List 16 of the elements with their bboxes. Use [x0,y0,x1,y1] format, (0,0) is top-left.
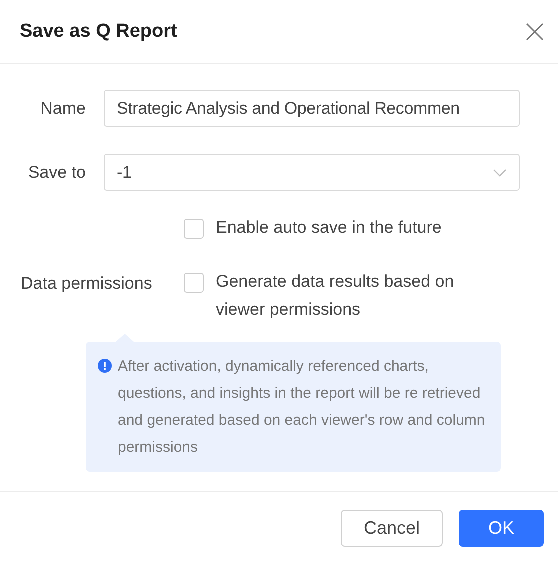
field-label: Name [40,98,87,118]
close-icon[interactable] [526,22,544,40]
ok-button[interactable]: OK [459,510,544,546]
caret-icon [493,168,507,176]
checkbox-label: Generate data results based on viewer permissions [216,271,456,321]
field-label: Save to [27,162,87,182]
checkbox[interactable] [184,219,204,239]
folder-dropdown[interactable]: -1 [104,154,520,191]
dialog-title: Save as Q Report [20,20,178,42]
name-field[interactable]: Strategic Analysis and Operational Recommen [104,90,520,127]
checkbox-label: Enable auto save in the future [216,217,443,239]
info-icon [98,359,112,373]
checkbox[interactable] [184,273,204,293]
cancel-button[interactable]: Cancel [340,510,443,546]
field-label: Data permissions [21,274,152,293]
info-text: After activation, dynamically referenced charts, questions, and insights in the report will be re retrieved and generated based on each viewer's row and column permissions [118,357,486,458]
